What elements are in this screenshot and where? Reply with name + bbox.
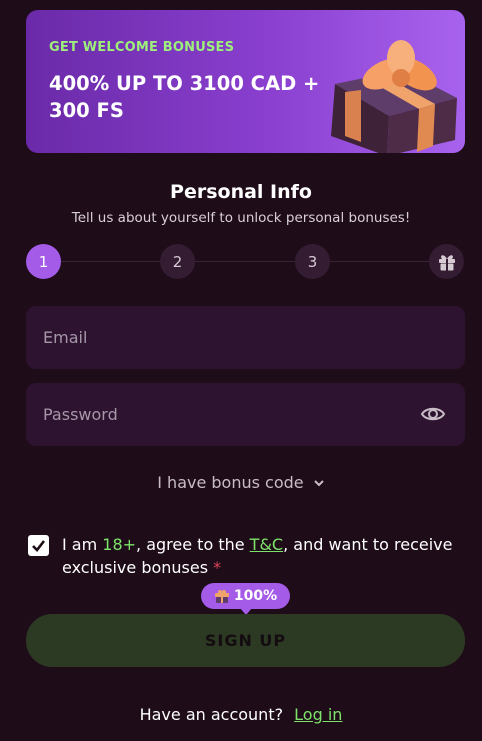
bonus-code-toggle[interactable]: I have bonus code (0, 473, 482, 492)
signup-button[interactable]: SIGN UP (26, 614, 465, 667)
age-requirement: 18+ (102, 535, 137, 554)
have-account-text: Have an account? (139, 705, 284, 724)
bonus-progress-badge: 100% (201, 583, 290, 615)
page-subtitle: Tell us about yourself to unlock persona… (71, 210, 411, 226)
eye-icon[interactable] (420, 403, 446, 425)
banner-eyebrow: GET WELCOME BONUSES (49, 40, 235, 55)
gift-icon (438, 254, 455, 271)
step-2: 2 (160, 244, 195, 279)
terms-middle: , agree to the (136, 535, 250, 554)
bonus-progress-value: 100% (233, 588, 278, 604)
login-link[interactable]: Log in (294, 705, 342, 724)
welcome-bonus-banner[interactable]: GET WELCOME BONUSES 400% UP TO 3100 CAD … (26, 10, 465, 153)
step-1: 1 (26, 244, 61, 279)
terms-checkbox[interactable] (28, 535, 49, 556)
required-mark: * (213, 558, 222, 577)
gift-icon (214, 590, 229, 603)
bonus-code-label: I have bonus code (157, 473, 304, 492)
password-field[interactable] (26, 383, 465, 446)
banner-title: 400% UP TO 3100 CAD + 300 FS (49, 72, 320, 122)
step-final (429, 244, 464, 279)
login-prompt: Have an account? Log in (0, 705, 482, 724)
terms-link[interactable]: T&C (250, 535, 283, 554)
terms-text: I am 18+, agree to the T&C, and want to … (62, 533, 472, 579)
password-input[interactable] (43, 405, 448, 424)
email-input[interactable] (43, 328, 448, 347)
page-title: Personal Info (170, 181, 312, 203)
terms-prefix: I am (62, 535, 103, 554)
gift-box-icon (331, 40, 457, 153)
chevron-down-icon (314, 480, 324, 487)
step-3: 3 (295, 244, 330, 279)
checkmark-icon (32, 540, 46, 552)
stepper-track (44, 261, 446, 262)
email-field[interactable] (26, 306, 465, 369)
